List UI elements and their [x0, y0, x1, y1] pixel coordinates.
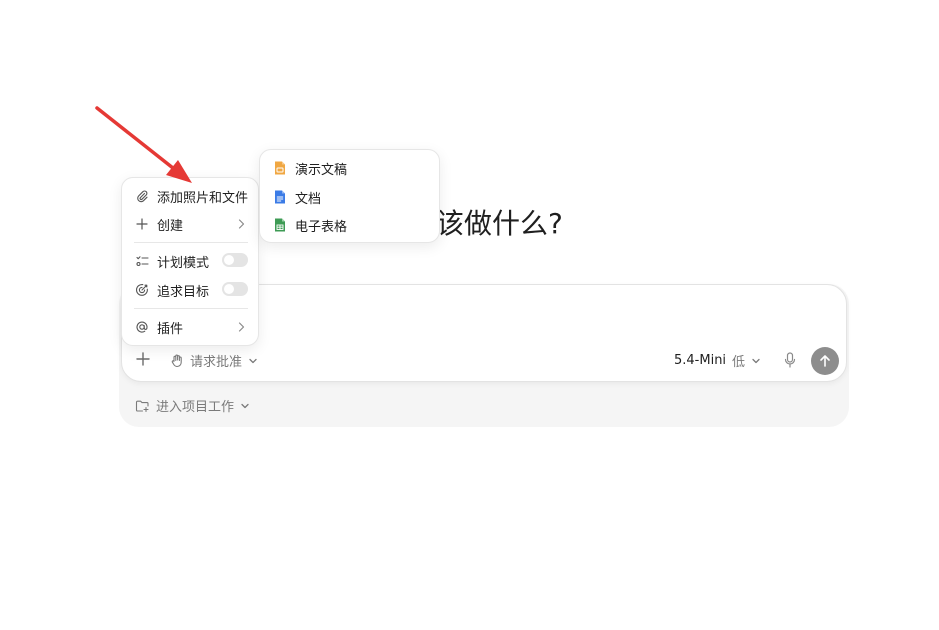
pursue-goal-toggle[interactable]	[222, 282, 248, 296]
target-icon	[135, 283, 149, 297]
checklist-icon	[135, 254, 149, 268]
project-label: 进入项目工作	[156, 400, 235, 415]
spreadsheet-icon	[275, 218, 285, 232]
folder-add-icon	[135, 400, 149, 412]
chevron-down-icon	[752, 358, 760, 363]
model-selector[interactable]: 5.4-Mini 低	[674, 351, 761, 370]
menu-item-label: 插件	[157, 321, 184, 337]
menu-item-plugins[interactable]: 插件	[122, 314, 260, 340]
plus-icon	[136, 352, 150, 366]
model-name: 5.4-Mini	[674, 353, 727, 368]
approval-mode-dropdown[interactable]: 请求批准	[170, 351, 258, 370]
menu-item-label: 计划模式	[157, 255, 210, 271]
attachment-menu: 添加照片和文件 创建 计划模式 追求目标 插件	[121, 177, 259, 346]
send-button[interactable]	[811, 347, 839, 375]
create-submenu: 演示文稿 文档 电子表格	[259, 149, 440, 243]
approval-mode-label: 请求批准	[190, 355, 243, 370]
menu-item-label: 追求目标	[157, 284, 210, 300]
submenu-item-document[interactable]: 文档	[260, 184, 441, 210]
chevron-down-icon	[241, 403, 249, 408]
menu-divider	[134, 308, 248, 309]
menu-item-label: 添加照片和文件	[157, 190, 249, 206]
submenu-item-label: 文档	[295, 191, 322, 207]
chevron-down-icon	[249, 358, 257, 363]
plus-icon	[135, 217, 149, 231]
submenu-item-presentation[interactable]: 演示文稿	[260, 155, 441, 181]
hand-icon	[171, 354, 182, 367]
headline-text: 该做什么?	[436, 207, 563, 240]
reasoning-level: 低	[732, 355, 746, 370]
submenu-item-label: 演示文稿	[295, 162, 348, 178]
menu-item-create[interactable]: 创建	[122, 211, 260, 237]
chevron-right-icon	[238, 322, 245, 332]
chevron-right-icon	[238, 219, 245, 229]
menu-item-add-files[interactable]: 添加照片和文件	[122, 183, 260, 209]
add-attachment-button[interactable]	[132, 348, 154, 370]
presentation-icon	[275, 161, 285, 175]
document-icon	[275, 190, 285, 204]
arrow-up-icon	[820, 355, 830, 367]
menu-item-plan-mode[interactable]: 计划模式	[122, 248, 260, 274]
menu-item-pursue-goal[interactable]: 追求目标	[122, 277, 260, 303]
paperclip-icon	[135, 189, 149, 203]
microphone-icon[interactable]	[782, 351, 798, 369]
menu-divider	[134, 242, 248, 243]
submenu-item-spreadsheet[interactable]: 电子表格	[260, 212, 441, 238]
plan-mode-toggle[interactable]	[222, 253, 248, 267]
page: 我们该做什么? 请求批准 5.4-Mini 低	[0, 0, 939, 630]
at-icon	[135, 320, 149, 334]
submenu-item-label: 电子表格	[295, 219, 348, 235]
menu-item-label: 创建	[157, 218, 184, 234]
project-dropdown[interactable]: 进入项目工作	[135, 396, 250, 415]
